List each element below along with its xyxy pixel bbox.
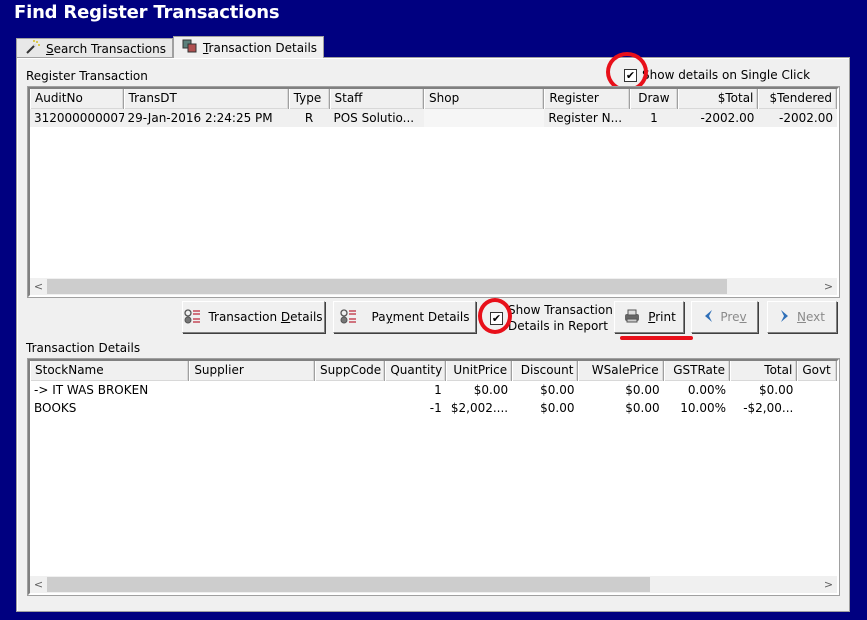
scroll-thumb[interactable] xyxy=(47,577,650,592)
scroll-track[interactable] xyxy=(47,577,820,592)
cell-stockname: BOOKS xyxy=(34,401,77,415)
printer-icon xyxy=(622,308,642,327)
next-button[interactable]: Next xyxy=(767,301,837,333)
cell-draw: 1 xyxy=(650,111,658,125)
cell-quantity: 1 xyxy=(434,383,442,397)
transaction-details-button[interactable]: Transaction Details xyxy=(182,301,325,333)
table-row[interactable]: 312000000007 29-Jan-2016 2:24:25 PM R PO… xyxy=(30,109,837,127)
cell-gstrate: 10.00% xyxy=(680,401,726,415)
show-in-report-checkbox[interactable]: ✔ Show Transaction Details in Report xyxy=(490,302,613,334)
column-header-gstrate[interactable]: GSTRate xyxy=(663,361,730,381)
button-label: Print xyxy=(648,310,676,324)
cell-staff: POS Solutio... xyxy=(333,111,415,125)
horizontal-scrollbar[interactable]: < > xyxy=(30,576,837,593)
column-header-shop[interactable]: Shop xyxy=(424,89,545,109)
list-icon xyxy=(184,309,202,325)
cell-total: -2002.00 xyxy=(700,111,755,125)
chevron-right-icon xyxy=(779,309,791,326)
cell-quantity: -1 xyxy=(429,401,442,415)
tab-transaction-details[interactable]: Transaction Details xyxy=(172,36,325,58)
checkbox-box[interactable]: ✔ xyxy=(490,311,503,325)
checkbox-label: Show Transaction Details in Report xyxy=(508,303,613,333)
register-transaction-grid[interactable]: AuditNo TransDT Type Staff Shop Register… xyxy=(27,86,840,298)
cell-total: $0.00 xyxy=(758,383,794,397)
button-label: Payment Details xyxy=(371,310,470,324)
column-header-type[interactable]: Type xyxy=(288,89,330,109)
print-button[interactable]: Print xyxy=(614,301,684,333)
cell-tendered: -2002.00 xyxy=(779,111,833,125)
button-label: Transaction Details xyxy=(208,310,323,324)
cell-stockname: -> IT WAS BROKEN xyxy=(34,383,149,397)
column-header-wsaleprice[interactable]: WSalePrice xyxy=(578,361,664,381)
column-header-staff[interactable]: Staff xyxy=(329,89,425,109)
cell-supplier xyxy=(189,381,315,399)
show-details-single-click-checkbox[interactable]: ✔ Show details on Single Click xyxy=(624,68,810,82)
cell-unitprice: $0.00 xyxy=(473,383,509,397)
cell-wsaleprice: $0.00 xyxy=(625,383,660,397)
tab-label: Search Transactions xyxy=(46,41,166,56)
scroll-left-button[interactable]: < xyxy=(30,278,47,295)
cell-discount: $0.00 xyxy=(540,383,575,397)
cell-auditno: 312000000007 xyxy=(34,111,124,125)
column-header-register[interactable]: Register xyxy=(544,89,630,109)
column-header-stockname[interactable]: StockName xyxy=(30,361,190,381)
cell-register: Register N... xyxy=(548,111,623,125)
button-label: Next xyxy=(797,310,825,324)
cell-total: -$2,00... xyxy=(743,401,794,415)
prev-button[interactable]: Prev xyxy=(691,301,758,333)
window-title: Find Register Transactions xyxy=(14,2,280,23)
cell-supplier xyxy=(189,399,315,417)
column-header-total[interactable]: $Total xyxy=(677,89,759,109)
scroll-right-button[interactable]: > xyxy=(820,576,837,593)
cell-shop xyxy=(424,109,545,127)
column-header-auditno[interactable]: AuditNo xyxy=(30,89,124,109)
scroll-track[interactable] xyxy=(47,279,820,294)
cell-suppcode xyxy=(315,381,385,399)
tab-strip: Search Transactions Transaction Details xyxy=(16,36,325,58)
column-header-quantity[interactable]: Quantity xyxy=(385,361,446,381)
horizontal-scrollbar[interactable]: < > xyxy=(30,278,837,295)
scroll-right-button[interactable]: > xyxy=(820,278,837,295)
cell-type: R xyxy=(304,111,314,125)
column-header-tendered[interactable]: $Tendered xyxy=(758,89,837,109)
stacked-windows-icon xyxy=(182,39,198,56)
grid-header: AuditNo TransDT Type Staff Shop Register… xyxy=(30,89,837,109)
tab-search-transactions[interactable]: Search Transactions xyxy=(16,38,173,58)
column-header-total[interactable]: Total xyxy=(729,361,798,381)
button-label: Prev xyxy=(720,310,747,324)
cell-suppcode xyxy=(315,399,385,417)
column-header-govt[interactable]: Govt xyxy=(797,361,837,381)
cell-gstrate: 0.00% xyxy=(687,383,726,397)
column-header-unitprice[interactable]: UnitPrice xyxy=(445,361,513,381)
column-header-supplier[interactable]: Supplier xyxy=(189,361,315,381)
column-header-suppcode[interactable]: SuppCode xyxy=(315,361,386,381)
list-icon xyxy=(339,309,358,325)
register-transaction-label: Register Transaction xyxy=(26,69,148,83)
transaction-details-panel: Register Transaction ✔ Show details on S… xyxy=(16,52,850,612)
tab-label: Transaction Details xyxy=(202,40,318,55)
checkbox-box[interactable]: ✔ xyxy=(624,68,637,82)
cell-wsaleprice: $0.00 xyxy=(625,401,660,415)
column-header-discount[interactable]: Discount xyxy=(512,361,579,381)
payment-details-button[interactable]: Payment Details xyxy=(333,301,476,333)
annotation-underline xyxy=(620,336,693,340)
transaction-details-label: Transaction Details xyxy=(26,341,141,355)
cell-unitprice: $2,002.... xyxy=(450,401,509,415)
column-header-draw[interactable]: Draw xyxy=(630,89,678,109)
grid-header: StockName Supplier SuppCode Quantity Uni… xyxy=(30,361,837,381)
cell-discount: $0.00 xyxy=(540,401,575,415)
magic-wand-icon xyxy=(25,40,41,57)
checkbox-label: Show details on Single Click xyxy=(642,68,811,82)
table-row[interactable]: -> IT WAS BROKEN 1 $0.00 $0.00 $0.00 0.0… xyxy=(30,381,837,399)
table-row[interactable]: BOOKS -1 $2,002.... $0.00 $0.00 10.00% -… xyxy=(30,399,837,417)
cell-govt xyxy=(797,399,837,417)
cell-transdt: 29-Jan-2016 2:24:25 PM xyxy=(127,111,273,125)
scroll-left-button[interactable]: < xyxy=(30,576,47,593)
column-header-transdt[interactable]: TransDT xyxy=(123,89,289,109)
chevron-left-icon xyxy=(702,309,714,326)
transaction-details-grid[interactable]: StockName Supplier SuppCode Quantity Uni… xyxy=(27,358,840,596)
cell-govt xyxy=(797,381,837,399)
scroll-thumb[interactable] xyxy=(47,279,728,294)
